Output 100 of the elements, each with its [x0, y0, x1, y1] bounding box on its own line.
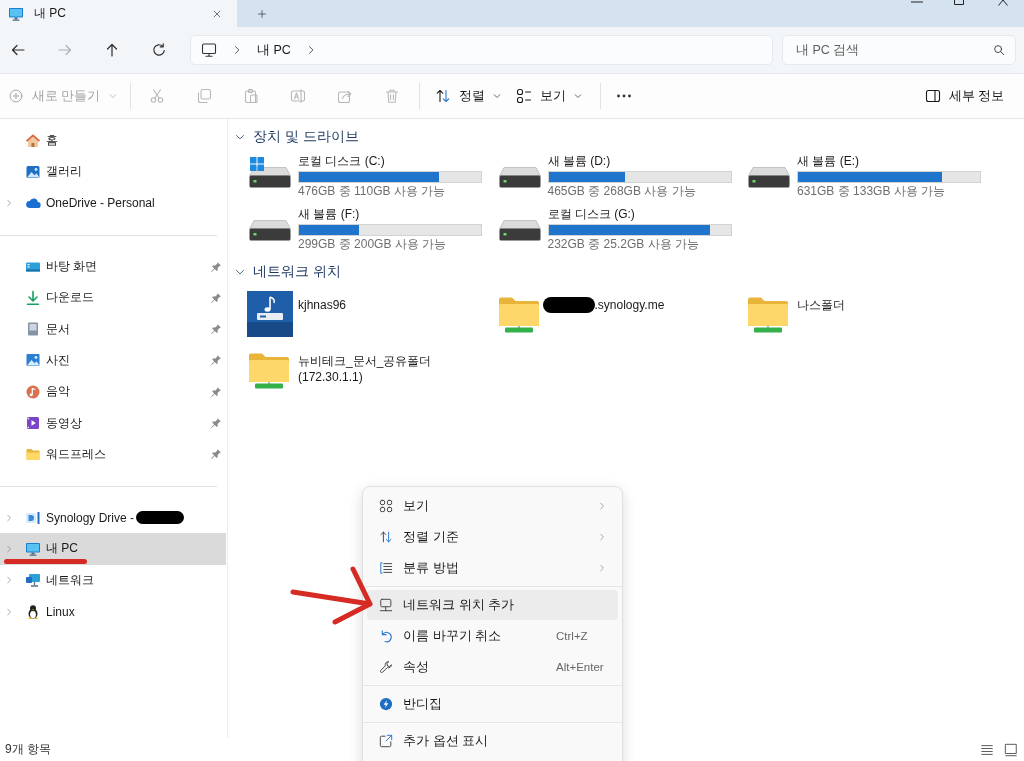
menu-item[interactable]: 보기	[367, 491, 618, 521]
location-name[interactable]: kjhnas96	[298, 297, 347, 313]
sidebar-item[interactable]: 홈	[0, 125, 226, 157]
network-icon	[25, 572, 41, 589]
menu-item[interactable]: 반디집	[367, 689, 618, 719]
caret-down-icon	[493, 92, 502, 100]
grid-icon	[379, 499, 393, 513]
drive-name[interactable]: 새 볼륨 (E:)	[797, 153, 981, 169]
sidebar-item[interactable]: 내 PC	[0, 533, 226, 565]
folder-icon	[25, 446, 41, 463]
search-icon[interactable]	[993, 44, 1005, 56]
close-icon[interactable]	[212, 8, 222, 19]
download-icon	[25, 289, 41, 306]
shortcut-text: Ctrl+Z	[556, 630, 589, 642]
document-icon	[25, 321, 41, 338]
monitor-icon	[25, 540, 41, 557]
pin-icon[interactable]	[210, 323, 222, 336]
sort-button[interactable]: 정렬	[429, 80, 508, 112]
sidebar-item[interactable]: OneDrive - Personal	[0, 187, 226, 219]
pin-icon[interactable]	[210, 385, 222, 398]
maximize-icon[interactable]	[954, 0, 964, 5]
app-logo-icon	[25, 509, 41, 526]
window-tab[interactable]: 내 PC	[0, 0, 237, 27]
location-name[interactable]: 나스폴더	[797, 297, 845, 313]
location-name[interactable]: 뉴비테크_문서_공유폴더	[298, 353, 432, 369]
hard-drive-icon[interactable]	[498, 220, 541, 241]
menu-item[interactable]: 정렬 기준	[367, 522, 618, 552]
music-note-tile-icon[interactable]	[247, 291, 293, 337]
free-space-text: 299GB 중 200GB 사용 가능	[298, 236, 448, 252]
details-pane-icon	[924, 88, 941, 104]
sidebar-item[interactable]: Linux	[0, 595, 226, 628]
drive-name[interactable]: 새 볼륨 (F:)	[298, 206, 482, 222]
menu-item[interactable]: 추가 옵션 표시	[367, 726, 618, 756]
chevron-right-icon[interactable]	[232, 45, 242, 55]
monitor-icon	[379, 598, 393, 612]
sidebar-item[interactable]: 네트워크	[0, 564, 226, 596]
caret-down-icon	[109, 92, 118, 100]
monitor-icon	[201, 42, 217, 58]
caret-down-icon	[574, 92, 583, 100]
tile-view-icon[interactable]	[1004, 742, 1018, 757]
location-name[interactable]: .synology.me	[594, 297, 665, 313]
hard-drive-icon[interactable]	[748, 167, 790, 188]
location-address: (172.30.1.1)	[298, 369, 364, 385]
free-space-text: 465GB 중 268GB 사용 가능	[547, 183, 697, 199]
hard-drive-icon[interactable]	[498, 167, 541, 188]
system-drive-icon[interactable]	[249, 157, 291, 188]
section-header[interactable]: 네트워크 위치	[231, 260, 345, 284]
sidebar-item[interactable]: 워드프레스	[0, 438, 226, 470]
sidebar-item[interactable]: 문서	[0, 313, 226, 345]
arrow-left-icon[interactable]	[10, 42, 26, 58]
network-folder-icon[interactable]	[497, 295, 540, 333]
menu-item[interactable]: 이름 바꾸기 취소 Ctrl+Z	[367, 621, 618, 651]
sort-icon	[435, 88, 452, 104]
drive-name[interactable]: 새 볼륨 (D:)	[547, 153, 732, 169]
sidebar-item[interactable]: 음악	[0, 376, 226, 408]
sidebar-item[interactable]: 갤러리	[0, 156, 226, 188]
gallery-icon	[25, 163, 41, 180]
sidebar-item[interactable]: 사진	[0, 344, 226, 377]
free-space-text: 232GB 중 25.2GB 사용 가능	[547, 236, 700, 252]
pin-icon[interactable]	[210, 291, 222, 304]
sidebar-item[interactable]: 다운로드	[0, 282, 226, 314]
menu-item[interactable]: 네트워크 위치 추가	[367, 590, 618, 620]
list-view-icon[interactable]	[980, 742, 994, 757]
monitor-icon	[8, 5, 24, 22]
menu-item[interactable]: 분류 방법	[367, 553, 618, 583]
item-count: 9개 항목	[5, 741, 51, 758]
home-icon	[25, 132, 41, 149]
free-space-text: 476GB 중 110GB 사용 가능	[298, 183, 447, 199]
arrow-up-icon[interactable]	[104, 42, 120, 58]
pin-icon[interactable]	[210, 260, 222, 273]
pin-icon[interactable]	[210, 448, 222, 461]
menu-item[interactable]: 속성 Alt+Enter	[367, 652, 618, 682]
wrench-icon	[379, 660, 393, 674]
drive-name[interactable]: 로컬 디스크 (C:)	[298, 153, 482, 169]
sidebar-item[interactable]: 바탕 화면	[0, 250, 226, 283]
undo-icon	[379, 629, 393, 643]
view-options-icon	[516, 88, 533, 104]
refresh-icon[interactable]	[151, 42, 167, 58]
sidebar-item[interactable]: Synology Drive -	[0, 501, 226, 534]
lightning-disc-icon	[379, 697, 393, 711]
hard-drive-icon[interactable]	[249, 220, 291, 241]
details-button[interactable]: 세부 정보	[918, 80, 1010, 112]
network-folder-icon[interactable]	[248, 351, 290, 389]
view-button[interactable]: 보기	[510, 80, 589, 112]
sort-icon	[379, 530, 393, 544]
breadcrumb-item[interactable]: 내 PC	[257, 41, 291, 59]
video-icon	[25, 415, 41, 431]
sidebar-item[interactable]: 동영상	[0, 407, 226, 439]
drive-name[interactable]: 로컬 디스크 (G:)	[547, 206, 732, 222]
plus-circle-icon	[9, 89, 23, 103]
open-external-icon	[379, 734, 393, 748]
pin-icon[interactable]	[210, 417, 222, 429]
pin-icon[interactable]	[210, 354, 222, 367]
plus-icon[interactable]	[257, 8, 267, 19]
network-folder-icon[interactable]	[747, 295, 789, 333]
free-space-text: 631GB 중 133GB 사용 가능	[797, 183, 947, 199]
search-field[interactable]: 내 PC 검색	[782, 35, 1016, 65]
address-bar[interactable]: 내 PC	[190, 35, 773, 65]
section-header[interactable]: 장치 및 드라이브	[231, 125, 363, 149]
close-icon[interactable]	[998, 0, 1008, 6]
